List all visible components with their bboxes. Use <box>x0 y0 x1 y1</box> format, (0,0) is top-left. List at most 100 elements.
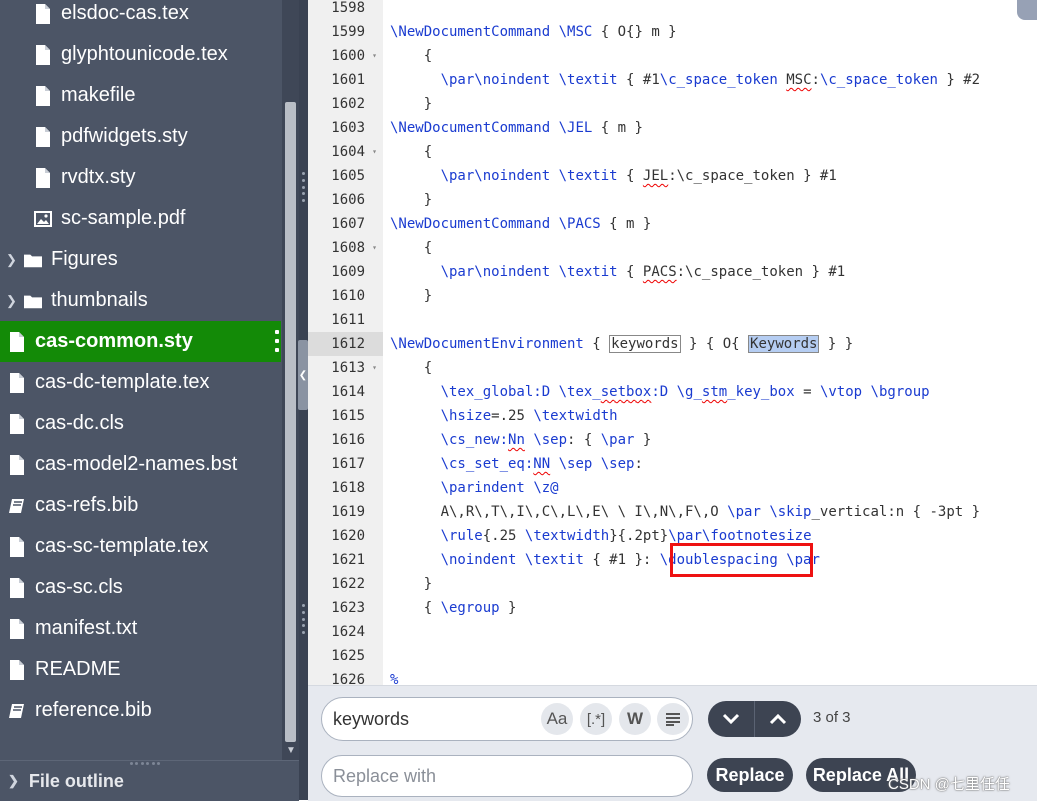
sidebar-item-sc-sample-pdf[interactable]: sc-sample.pdf <box>0 198 281 239</box>
code-line[interactable]: % <box>390 668 398 685</box>
sidebar-item-label: glyphtounicode.tex <box>61 43 228 65</box>
sidebar-scrollbar-thumb[interactable] <box>285 102 296 742</box>
code-line[interactable]: \cs_set_eq:NN \sep \sep: <box>390 452 643 476</box>
splitter-grip-top[interactable] <box>302 172 305 202</box>
code-line[interactable]: A\,R\,T\,I\,C\,L\,E\ \ I\,N\,F\,O \par \… <box>390 500 980 524</box>
code-token: \NewDocumentCommand <box>390 120 551 136</box>
code-line[interactable]: } <box>390 572 432 596</box>
editor-corner-toggle[interactable] <box>1017 0 1037 20</box>
code-line[interactable]: \NewDocumentEnvironment { keywords } { O… <box>390 332 853 356</box>
collapse-sidebar-button[interactable]: ❮ <box>298 340 308 410</box>
fold-arrow-icon[interactable]: ▾ <box>372 236 377 260</box>
line-number-text: 1613 <box>331 360 365 376</box>
chevron-right-icon[interactable]: ❯ <box>6 293 18 309</box>
code-line[interactable]: { \egroup } <box>390 596 517 620</box>
code-line[interactable]: \NewDocumentCommand \JEL { m } <box>390 116 643 140</box>
sidebar-item-cas-refs-bib[interactable]: cas-refs.bib <box>0 485 281 526</box>
whole-word-toggle[interactable]: W <box>619 703 651 735</box>
code-token: MSC <box>786 72 812 88</box>
sidebar-item-thumbnails[interactable]: ❯ thumbnails <box>0 280 281 321</box>
sidebar-item-label: cas-dc.cls <box>35 412 124 434</box>
fold-arrow-icon[interactable]: ▾ <box>372 140 377 164</box>
sidebar-item-readme[interactable]: README <box>0 649 281 690</box>
search-in-selection-toggle[interactable] <box>657 703 689 735</box>
code-line[interactable]: } <box>390 92 432 116</box>
sidebar-item-makefile[interactable]: makefile <box>0 75 281 116</box>
code-token: \par <box>668 528 702 544</box>
code-token: \tex_ <box>558 384 601 400</box>
code-token: \tex_global:D <box>440 384 551 400</box>
code-token: { #1 <box>617 72 660 88</box>
sidebar-item-cas-model2-names-bst[interactable]: cas-model2-names.bst <box>0 444 281 485</box>
code-line[interactable]: { <box>390 236 432 260</box>
code-token: JEL <box>642 168 669 184</box>
code-line[interactable]: \par\noindent \textit { PACS:\c_space_to… <box>390 260 846 284</box>
sidebar-item-rvdtx-sty[interactable]: rvdtx.sty <box>0 157 281 198</box>
previous-match-button[interactable] <box>754 701 801 737</box>
fold-arrow-icon[interactable]: ▾ <box>372 44 377 68</box>
sidebar-item-figures[interactable]: ❯ Figures <box>0 239 281 280</box>
code-line[interactable]: \par\noindent \textit { JEL:\c_space_tok… <box>390 164 837 188</box>
sidebar-item-cas-dc-cls[interactable]: cas-dc.cls <box>0 403 281 444</box>
match-case-toggle[interactable]: Aa <box>541 703 573 735</box>
code-token: { m } <box>592 120 643 136</box>
splitter-grip-bottom[interactable] <box>302 604 305 634</box>
sidebar-item-cas-sc-cls[interactable]: cas-sc.cls <box>0 567 281 608</box>
replace-input[interactable] <box>333 762 673 790</box>
sidebar-item-elsdoc-cas-tex[interactable]: elsdoc-cas.tex <box>0 0 281 34</box>
code-token: setbox <box>600 384 652 400</box>
sidebar-item-cas-common-sty[interactable]: cas-common.sty <box>0 321 281 362</box>
code-line[interactable]: \cs_new:Nn \sep: { \par } <box>390 428 652 452</box>
code-line[interactable]: { <box>390 44 432 68</box>
next-match-button[interactable] <box>708 701 754 737</box>
chevron-right-icon[interactable]: ❯ <box>6 252 18 268</box>
code-line[interactable]: \hsize=.25 \textwidth <box>390 404 618 428</box>
code-line[interactable]: \tex_global:D \tex_setbox:D \g_stm_key_b… <box>390 380 930 404</box>
code-line[interactable]: \NewDocumentCommand \MSC { O{} m } <box>390 20 677 44</box>
line-number-text: 1626 <box>331 672 365 685</box>
file-icon <box>34 44 52 65</box>
line-number: 1601 <box>308 68 383 92</box>
file-outline-toggle[interactable]: ❯ File outline <box>0 760 299 801</box>
regex-toggle[interactable]: [.*] <box>580 703 612 735</box>
line-number-text: 1618 <box>331 480 365 496</box>
outline-resize-handle[interactable] <box>130 762 160 765</box>
line-number-text: 1604 <box>331 144 365 160</box>
code-line[interactable]: { <box>390 140 432 164</box>
sidebar-item-cas-dc-template-tex[interactable]: cas-dc-template.tex <box>0 362 281 403</box>
code-line[interactable]: \parindent \z@ <box>390 476 559 500</box>
sidebar-item-manifest-txt[interactable]: manifest.txt <box>0 608 281 649</box>
code-line[interactable]: { <box>390 356 432 380</box>
line-number: 1626 <box>308 668 383 685</box>
code-token: \NewDocumentEnvironment <box>390 336 584 352</box>
chevron-down-icon <box>722 713 740 725</box>
scroll-down-arrow-icon[interactable]: ▼ <box>284 744 298 758</box>
sidebar-item-glyphtounicode-tex[interactable]: glyphtounicode.tex <box>0 34 281 75</box>
replace-button[interactable]: Replace <box>707 758 793 792</box>
code-line[interactable]: } <box>390 188 432 212</box>
sidebar-item-reference-bib[interactable]: reference.bib <box>0 690 281 731</box>
line-number-text: 1621 <box>331 552 365 568</box>
file-icon <box>34 167 52 188</box>
code-token: Nn <box>508 432 525 448</box>
line-number-text: 1623 <box>331 600 365 616</box>
code-token: \c_space_token <box>819 72 938 88</box>
code-line[interactable]: } <box>390 284 432 308</box>
code-line[interactable]: \NewDocumentCommand \PACS { m } <box>390 212 651 236</box>
code-line[interactable]: \par\noindent \textit { #1\c_space_token… <box>390 68 981 92</box>
line-number-text: 1625 <box>331 648 365 664</box>
code-token: { <box>390 240 433 256</box>
fold-arrow-icon[interactable]: ▾ <box>372 356 377 380</box>
code-editor[interactable]: 1598 1599 1600 ▾ 1601 1602 1603 1604 ▾ 1605 1606 16… <box>308 0 1037 685</box>
sidebar-item-pdfwidgets-sty[interactable]: pdfwidgets.sty <box>0 116 281 157</box>
code-token: : { <box>567 432 601 448</box>
file-menu-kebab-icon[interactable] <box>275 330 279 352</box>
sidebar-item-cas-sc-template-tex[interactable]: cas-sc-template.tex <box>0 526 281 567</box>
line-number-text: 1609 <box>331 264 365 280</box>
sidebar-item-label: sc-sample.pdf <box>61 207 186 229</box>
search-input[interactable] <box>333 705 533 733</box>
